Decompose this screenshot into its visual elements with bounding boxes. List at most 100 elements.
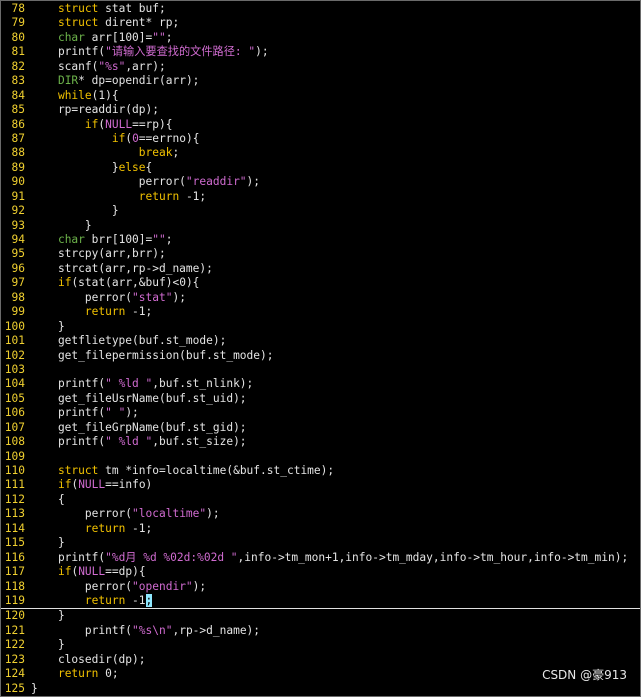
code-line[interactable]: 83 DIR* dp=opendir(arr); bbox=[1, 74, 640, 88]
code-token: brr[100]= bbox=[84, 233, 153, 246]
code-line[interactable]: 118 perror("opendir"); bbox=[1, 580, 640, 594]
code-line[interactable]: 121 printf("%s\n",rp->d_name); bbox=[1, 624, 640, 638]
line-code: { bbox=[31, 493, 65, 506]
line-number: 116 bbox=[4, 550, 25, 564]
code-token: return bbox=[138, 189, 180, 203]
code-line[interactable]: 116 printf("%d月 %d %02d:%02d ",info->tm_… bbox=[1, 551, 640, 565]
code-line[interactable]: 100 } bbox=[1, 320, 640, 334]
code-token: * dp=opendir(arr); bbox=[78, 74, 200, 88]
code-token: get_fileGrpName(buf.st_gid); bbox=[31, 420, 247, 434]
line-code: printf("%d月 %d %02d:%02d ",info->tm_mon+… bbox=[31, 551, 628, 564]
code-line[interactable]: 108 printf(" %ld ",buf.st_size); bbox=[1, 435, 640, 449]
line-number: 106 bbox=[4, 406, 25, 420]
code-line[interactable]: 91 return -1; bbox=[1, 190, 640, 204]
code-line[interactable]: 119 return -1; bbox=[1, 593, 640, 610]
code-line[interactable]: 114 return -1; bbox=[1, 522, 640, 536]
code-token: rp=readdir(dp); bbox=[31, 103, 159, 117]
code-line[interactable]: 110 struct tm *info=localtime(&buf.st_ct… bbox=[1, 464, 640, 478]
code-line[interactable]: 111 if(NULL==info) bbox=[1, 478, 640, 492]
line-number: 90 bbox=[11, 175, 25, 189]
code-line[interactable]: 103 bbox=[1, 363, 640, 377]
code-line[interactable]: 87 if(0==errno){ bbox=[1, 132, 640, 146]
code-line[interactable]: 120 } bbox=[1, 609, 640, 623]
line-code: } bbox=[31, 204, 119, 217]
code-token: getflietype(buf.st_mode); bbox=[31, 334, 227, 348]
code-line[interactable]: 107 get_fileGrpName(buf.st_gid); bbox=[1, 421, 640, 435]
code-line[interactable]: 90 perror("readdir"); bbox=[1, 175, 640, 189]
code-line[interactable]: 85 rp=readdir(dp); bbox=[1, 103, 640, 117]
code-editor[interactable]: 78 struct stat buf; 79 struct dirent* rp;… bbox=[0, 0, 641, 697]
line-code: return -1; bbox=[31, 190, 206, 203]
line-number: 115 bbox=[4, 536, 25, 550]
code-line[interactable]: 88 break; bbox=[1, 146, 640, 160]
code-line[interactable]: 112 { bbox=[1, 493, 640, 507]
code-line[interactable]: 95 strcpy(arr,brr); bbox=[1, 247, 640, 261]
code-token: { bbox=[145, 160, 153, 174]
line-number: 113 bbox=[4, 507, 25, 521]
line-code: perror("readdir"); bbox=[31, 175, 260, 188]
code-line[interactable]: 81 printf("请输入要查找的文件路径: "); bbox=[1, 45, 640, 59]
code-line[interactable]: 82 scanf("%s",arr); bbox=[1, 60, 640, 74]
code-line[interactable]: 102 get_filepermission(buf.st_mode); bbox=[1, 349, 640, 363]
code-line[interactable]: 79 struct dirent* rp; bbox=[1, 16, 640, 30]
line-number: 85 bbox=[11, 103, 25, 117]
line-number: 82 bbox=[11, 59, 25, 73]
code-line[interactable]: 89 }else{ bbox=[1, 161, 640, 175]
line-code: } bbox=[31, 536, 65, 549]
code-lines[interactable]: 78 struct stat buf; 79 struct dirent* rp;… bbox=[1, 2, 640, 696]
code-token: else bbox=[118, 160, 146, 174]
code-line[interactable]: 97 if(stat(arr,&buf)<0){ bbox=[1, 276, 640, 290]
text-cursor: ; bbox=[145, 593, 153, 607]
line-number: 109 bbox=[4, 449, 25, 463]
line-code: } bbox=[31, 638, 65, 651]
code-line[interactable]: 115 } bbox=[1, 536, 640, 550]
line-code: char arr[100]=""; bbox=[31, 31, 173, 44]
code-line[interactable]: 104 printf(" %ld ",buf.st_nlink); bbox=[1, 377, 640, 391]
code-token: } bbox=[31, 218, 92, 232]
code-line[interactable]: 84 while(1){ bbox=[1, 89, 640, 103]
code-token: "%d月 %d %02d:%02d " bbox=[105, 550, 238, 564]
code-line[interactable]: 105 get_fileUsrName(buf.st_uid); bbox=[1, 392, 640, 406]
line-number: 87 bbox=[11, 131, 25, 145]
code-line[interactable]: 125} bbox=[1, 682, 640, 696]
code-token: ); bbox=[192, 579, 207, 593]
code-token: ); bbox=[172, 290, 186, 304]
code-line[interactable]: 98 perror("stat"); bbox=[1, 291, 640, 305]
code-line[interactable]: 106 printf(" "); bbox=[1, 406, 640, 420]
code-line[interactable]: 117 if(NULL==dp){ bbox=[1, 565, 640, 579]
line-number: 81 bbox=[11, 45, 25, 59]
code-line[interactable]: 93 } bbox=[1, 219, 640, 233]
line-code: perror("opendir"); bbox=[31, 580, 206, 593]
code-line[interactable]: 92 } bbox=[1, 204, 640, 218]
code-token: if bbox=[57, 478, 72, 492]
line-number: 123 bbox=[4, 652, 25, 666]
code-line[interactable]: 80 char arr[100]=""; bbox=[1, 31, 640, 45]
line-code: char brr[100]=""; bbox=[31, 233, 173, 246]
code-line[interactable]: 123 closedir(dp); bbox=[1, 653, 640, 667]
line-code: perror("stat"); bbox=[31, 291, 186, 304]
code-token: "readdir" bbox=[185, 175, 247, 189]
code-line[interactable]: 94 char brr[100]=""; bbox=[1, 233, 640, 247]
code-token: (1){ bbox=[91, 88, 119, 102]
code-line[interactable]: 109 bbox=[1, 450, 640, 464]
line-number: 78 bbox=[11, 2, 25, 15]
line-code: return 0; bbox=[31, 667, 119, 680]
line-code: if(NULL==rp){ bbox=[31, 118, 173, 131]
code-line[interactable]: 122 } bbox=[1, 638, 640, 652]
code-line[interactable]: 96 strcat(arr,rp->d_name); bbox=[1, 262, 640, 276]
code-line[interactable]: 101 getflietype(buf.st_mode); bbox=[1, 334, 640, 348]
line-code: struct dirent* rp; bbox=[31, 16, 179, 29]
code-line[interactable]: 86 if(NULL==rp){ bbox=[1, 118, 640, 132]
line-number: 114 bbox=[4, 521, 25, 535]
code-token: ); bbox=[246, 175, 261, 189]
code-line[interactable]: 113 perror("localtime"); bbox=[1, 507, 640, 521]
code-line[interactable]: 78 struct stat buf; bbox=[1, 2, 640, 16]
code-line[interactable]: 99 return -1; bbox=[1, 305, 640, 319]
line-code: if(NULL==dp){ bbox=[31, 565, 146, 578]
code-token: "localtime" bbox=[132, 507, 207, 521]
